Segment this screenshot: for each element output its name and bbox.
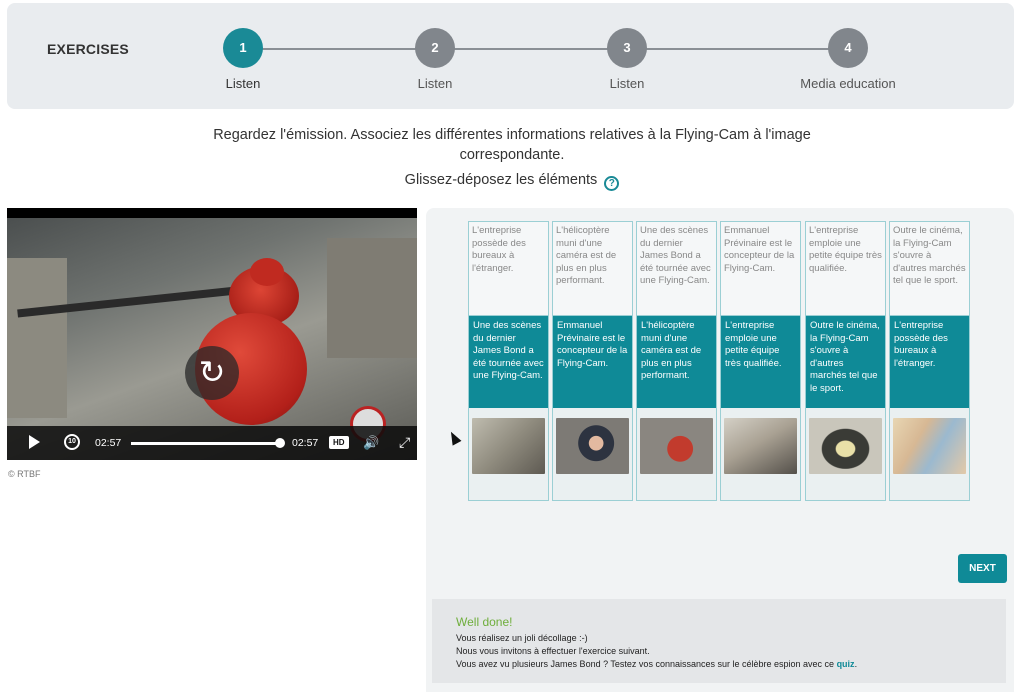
next-button[interactable]: NEXT — [958, 554, 1007, 583]
step-3[interactable]: 3 Listen — [557, 28, 697, 91]
step-4[interactable]: 4 Media education — [778, 28, 918, 91]
current-time: 02:57 — [95, 437, 122, 449]
rewind-10-icon[interactable]: 10 — [64, 434, 80, 450]
draggable-card[interactable]: Une des scènes du dernier James Bond a é… — [469, 316, 548, 408]
stepper-connector — [243, 48, 855, 50]
drop-target[interactable]: Une des scènes du dernier James Bond a é… — [637, 222, 716, 316]
progress-handle[interactable] — [275, 438, 285, 448]
step-4-label: Media education — [800, 76, 896, 91]
match-column: L'entreprise emploie une petite équipe t… — [805, 221, 886, 501]
hd-toggle[interactable]: HD — [329, 436, 349, 449]
step-3-number: 3 — [607, 28, 647, 68]
thumbnail-image — [724, 418, 797, 474]
fullscreen-icon[interactable]: ⤢ — [399, 434, 410, 451]
thumbnail-image — [809, 418, 882, 474]
feedback-line: Vous réalisez un joli décollage :-) — [456, 633, 588, 643]
thumbnail-image — [640, 418, 713, 474]
image-slot — [469, 408, 548, 500]
thumbnail-image — [893, 418, 966, 474]
image-slot — [806, 408, 885, 500]
thumbnail-image — [556, 418, 629, 474]
drop-target[interactable]: Outre le cinéma, la Flying-Cam s'ouvre à… — [890, 222, 969, 316]
play-icon[interactable] — [29, 435, 40, 449]
quiz-link[interactable]: quiz — [837, 659, 855, 669]
step-2-number: 2 — [415, 28, 455, 68]
feedback-line: Nous vous invitons à effectuer l'exercic… — [456, 646, 650, 656]
drag-drop-hint-text: Glissez-déposez les éléments — [404, 172, 598, 188]
helicopter-top-pod — [250, 258, 284, 286]
step-2[interactable]: 2 Listen — [365, 28, 505, 91]
match-column: L'entreprise possède des bureaux à l'étr… — [468, 221, 549, 501]
replay-icon[interactable]: ↻ — [185, 346, 239, 400]
feedback-end: . — [854, 659, 858, 669]
feedback-quiz-text: Vous avez vu plusieurs James Bond ? Test… — [456, 659, 835, 669]
draggable-card[interactable]: L'entreprise possède des bureaux à l'étr… — [890, 316, 969, 408]
help-icon[interactable]: ? — [604, 176, 620, 191]
step-4-number: 4 — [828, 28, 868, 68]
image-slot — [637, 408, 716, 500]
volume-icon[interactable]: 🔊 — [363, 435, 379, 451]
image-slot — [721, 408, 800, 500]
background-cabinet — [327, 238, 417, 358]
step-1-label: Listen — [225, 76, 261, 91]
drop-target[interactable]: L'entreprise possède des bureaux à l'étr… — [469, 222, 548, 316]
section-title: EXERCISES — [47, 41, 129, 57]
thumbnail-image — [472, 418, 545, 474]
match-column: Emmanuel Prévinaire est le concepteur de… — [720, 221, 801, 501]
match-column: Outre le cinéma, la Flying-Cam s'ouvre à… — [889, 221, 970, 501]
step-1[interactable]: 1 Listen — [173, 28, 313, 91]
image-slot — [890, 408, 969, 500]
drop-target[interactable]: L'hélicoptère muni d'une caméra est de p… — [553, 222, 632, 316]
drag-drop-hint: Glissez-déposez les éléments ? — [0, 172, 1024, 191]
progress-stepper: EXERCISES 1 Listen 2 Listen 3 Listen 4 M… — [7, 3, 1014, 109]
step-3-label: Listen — [609, 76, 645, 91]
step-1-number: 1 — [223, 28, 263, 68]
draggable-card[interactable]: Outre le cinéma, la Flying-Cam s'ouvre à… — [806, 316, 885, 408]
duration: 02:57 — [292, 437, 319, 449]
draggable-card[interactable]: L'hélicoptère muni d'une caméra est de p… — [637, 316, 716, 408]
video-controls: 10 02:57 02:57 HD 🔊 ⤢ — [7, 426, 417, 460]
match-column: L'hélicoptère muni d'une caméra est de p… — [552, 221, 633, 501]
image-slot — [553, 408, 632, 500]
draggable-card[interactable]: L'entreprise emploie une petite équipe t… — [721, 316, 800, 408]
step-2-label: Listen — [417, 76, 453, 91]
draggable-card[interactable]: Emmanuel Prévinaire est le concepteur de… — [553, 316, 632, 408]
video-credit: © RTBF — [8, 469, 41, 479]
feedback-panel: Well done! Vous réalisez un joli décolla… — [432, 599, 1006, 683]
exercise-instructions: Regardez l'émission. Associez les différ… — [213, 127, 811, 163]
video-frame: ↻ — [7, 218, 417, 460]
progress-bar[interactable] — [131, 442, 281, 445]
background-shelf — [7, 258, 67, 418]
feedback-title: Well done! — [456, 615, 513, 629]
feedback-line: Vous avez vu plusieurs James Bond ? Test… — [456, 658, 982, 671]
drop-target[interactable]: L'entreprise emploie une petite équipe t… — [806, 222, 885, 316]
match-column: Une des scènes du dernier James Bond a é… — [636, 221, 717, 501]
video-player[interactable]: ↻ 10 02:57 02:57 HD 🔊 ⤢ — [7, 208, 417, 460]
drop-target[interactable]: Emmanuel Prévinaire est le concepteur de… — [721, 222, 800, 316]
